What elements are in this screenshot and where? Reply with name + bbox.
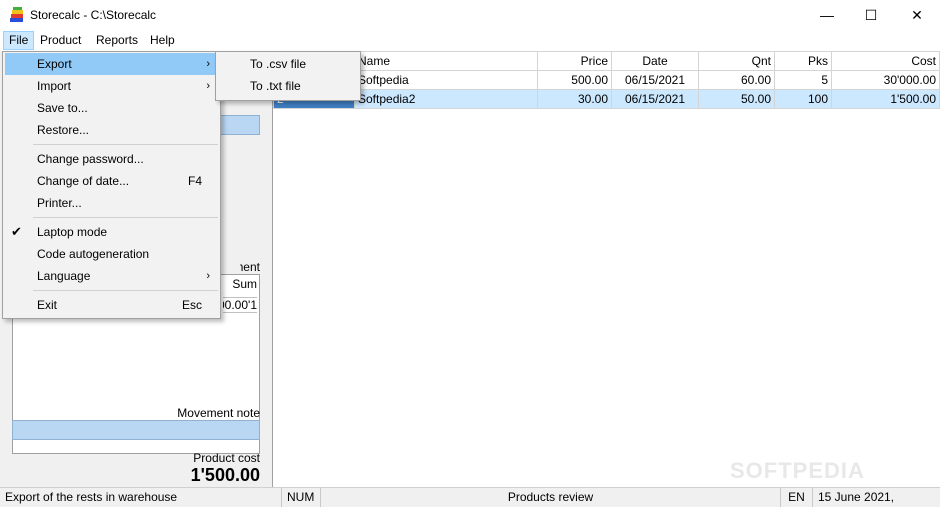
menu-item-label: Exit bbox=[37, 298, 58, 312]
products-table: Name Price Date Qnt Pks Cost Softpedia 5… bbox=[273, 51, 940, 109]
menu-separator bbox=[33, 144, 218, 145]
menu-item-label: Laptop mode bbox=[37, 225, 108, 239]
cell-price: 500.00 bbox=[537, 70, 612, 90]
chevron-right-icon: › bbox=[206, 270, 210, 282]
menu-item-to-csv[interactable]: To .csv file bbox=[218, 53, 358, 75]
menu-file[interactable]: File bbox=[3, 31, 35, 50]
cell-qnt: 50.00 bbox=[698, 89, 775, 109]
maximize-button[interactable]: ☐ bbox=[848, 0, 894, 30]
status-message: Export of the rests in warehouse bbox=[0, 488, 282, 507]
movement-note-label: Movement note bbox=[177, 406, 260, 420]
cell-date: 06/15/2021 bbox=[611, 89, 699, 109]
menu-item-export[interactable]: Export › bbox=[5, 53, 218, 75]
sum-header: Sum bbox=[232, 277, 257, 291]
menu-item-label: Printer... bbox=[37, 196, 82, 210]
books-stack-icon bbox=[10, 7, 23, 22]
cell-qnt: 60.00 bbox=[698, 70, 775, 90]
menu-item-label: Import bbox=[37, 79, 72, 93]
watermark: SOFTPEDIA bbox=[730, 458, 865, 483]
window-title: Storecalc - C:\Storecalc bbox=[30, 8, 157, 22]
close-button[interactable]: ✕ bbox=[894, 0, 940, 30]
sum-value: 1'500.00 bbox=[223, 297, 257, 313]
column-qnt[interactable]: Qnt bbox=[698, 51, 775, 71]
minimize-button[interactable]: — bbox=[804, 0, 850, 30]
cell-name: Softpedia bbox=[354, 70, 538, 90]
movement-label: movement bbox=[240, 260, 260, 274]
export-submenu: To .csv file To .txt file bbox=[215, 51, 361, 101]
menu-item-exit[interactable]: Exit Esc bbox=[5, 294, 218, 316]
menu-item-label: Change of date... bbox=[37, 174, 130, 188]
menu-item-printer[interactable]: Printer... bbox=[5, 192, 218, 214]
column-name[interactable]: Name bbox=[354, 51, 538, 71]
cell-pks: 5 bbox=[774, 70, 832, 90]
title-bar: Storecalc - C:\Storecalc — ☐ ✕ bbox=[0, 0, 940, 30]
movement-note-field[interactable] bbox=[12, 420, 260, 440]
table-header-row: Name Price Date Qnt Pks Cost bbox=[273, 51, 940, 71]
product-cost-label: Product cost bbox=[193, 451, 260, 465]
menu-separator bbox=[33, 290, 218, 291]
shortcut-label: Esc bbox=[181, 298, 202, 312]
table-row[interactable]: 2 Softpedia2 30.00 06/15/2021 50.00 100 … bbox=[273, 89, 940, 109]
menu-item-label: Save to... bbox=[37, 101, 88, 115]
menu-item-code-autogeneration[interactable]: Code autogeneration bbox=[5, 243, 218, 265]
cell-name: Softpedia2 bbox=[354, 89, 538, 109]
cell-price: 30.00 bbox=[537, 89, 612, 109]
status-bar: Export of the rests in warehouse NUM Pro… bbox=[0, 487, 940, 507]
menu-item-import[interactable]: Import › bbox=[5, 75, 218, 97]
menu-item-label: Change password... bbox=[37, 152, 144, 166]
cell-cost: 30'000.00 bbox=[831, 70, 940, 90]
menu-item-restore[interactable]: Restore... bbox=[5, 119, 218, 141]
status-num: NUM bbox=[282, 488, 321, 507]
menu-item-save-to[interactable]: Save to... bbox=[5, 97, 218, 119]
column-price[interactable]: Price bbox=[537, 51, 612, 71]
shortcut-label: F4 bbox=[187, 174, 202, 188]
menu-product[interactable]: Product bbox=[35, 31, 86, 50]
chevron-right-icon: › bbox=[206, 58, 210, 70]
menu-item-label: To .csv file bbox=[250, 57, 307, 71]
menu-bar: File Product Reports Help bbox=[0, 30, 940, 51]
menu-item-label: Export bbox=[37, 57, 72, 71]
column-pks[interactable]: Pks bbox=[774, 51, 832, 71]
menu-item-to-txt[interactable]: To .txt file bbox=[218, 75, 358, 97]
column-date[interactable]: Date bbox=[611, 51, 699, 71]
menu-item-language[interactable]: Language › bbox=[5, 265, 218, 287]
checkmark-icon: ✔ bbox=[11, 224, 22, 239]
status-mode: Products review bbox=[321, 488, 781, 507]
chevron-right-icon: › bbox=[206, 80, 210, 92]
status-datetime: 15 June 2021, 03:33:32 bbox=[818, 490, 895, 504]
menu-item-laptop-mode[interactable]: ✔ Laptop mode bbox=[5, 221, 218, 243]
menu-item-label: Restore... bbox=[37, 123, 90, 137]
products-grid[interactable]: Name Price Date Qnt Pks Cost Softpedia 5… bbox=[272, 51, 940, 487]
table-row[interactable]: Softpedia 500.00 06/15/2021 60.00 5 30'0… bbox=[273, 70, 940, 90]
menu-item-label: To .txt file bbox=[250, 79, 301, 93]
menu-separator bbox=[33, 217, 218, 218]
menu-item-change-date[interactable]: Change of date... F4 bbox=[5, 170, 218, 192]
product-cost-value: 1'500.00 bbox=[190, 465, 260, 485]
cell-pks: 100 bbox=[774, 89, 832, 109]
menu-item-label: Language bbox=[37, 269, 91, 283]
menu-item-change-password[interactable]: Change password... bbox=[5, 148, 218, 170]
column-cost[interactable]: Cost bbox=[831, 51, 940, 71]
status-lang: EN bbox=[781, 488, 813, 507]
menu-reports[interactable]: Reports bbox=[91, 31, 143, 50]
cell-date: 06/15/2021 bbox=[611, 70, 699, 90]
menu-item-label: Code autogeneration bbox=[37, 247, 150, 261]
menu-help[interactable]: Help bbox=[145, 31, 180, 50]
file-menu-dropdown: Export › Import › Save to... Restore... … bbox=[2, 51, 221, 319]
cell-cost: 1'500.00 bbox=[831, 89, 940, 109]
